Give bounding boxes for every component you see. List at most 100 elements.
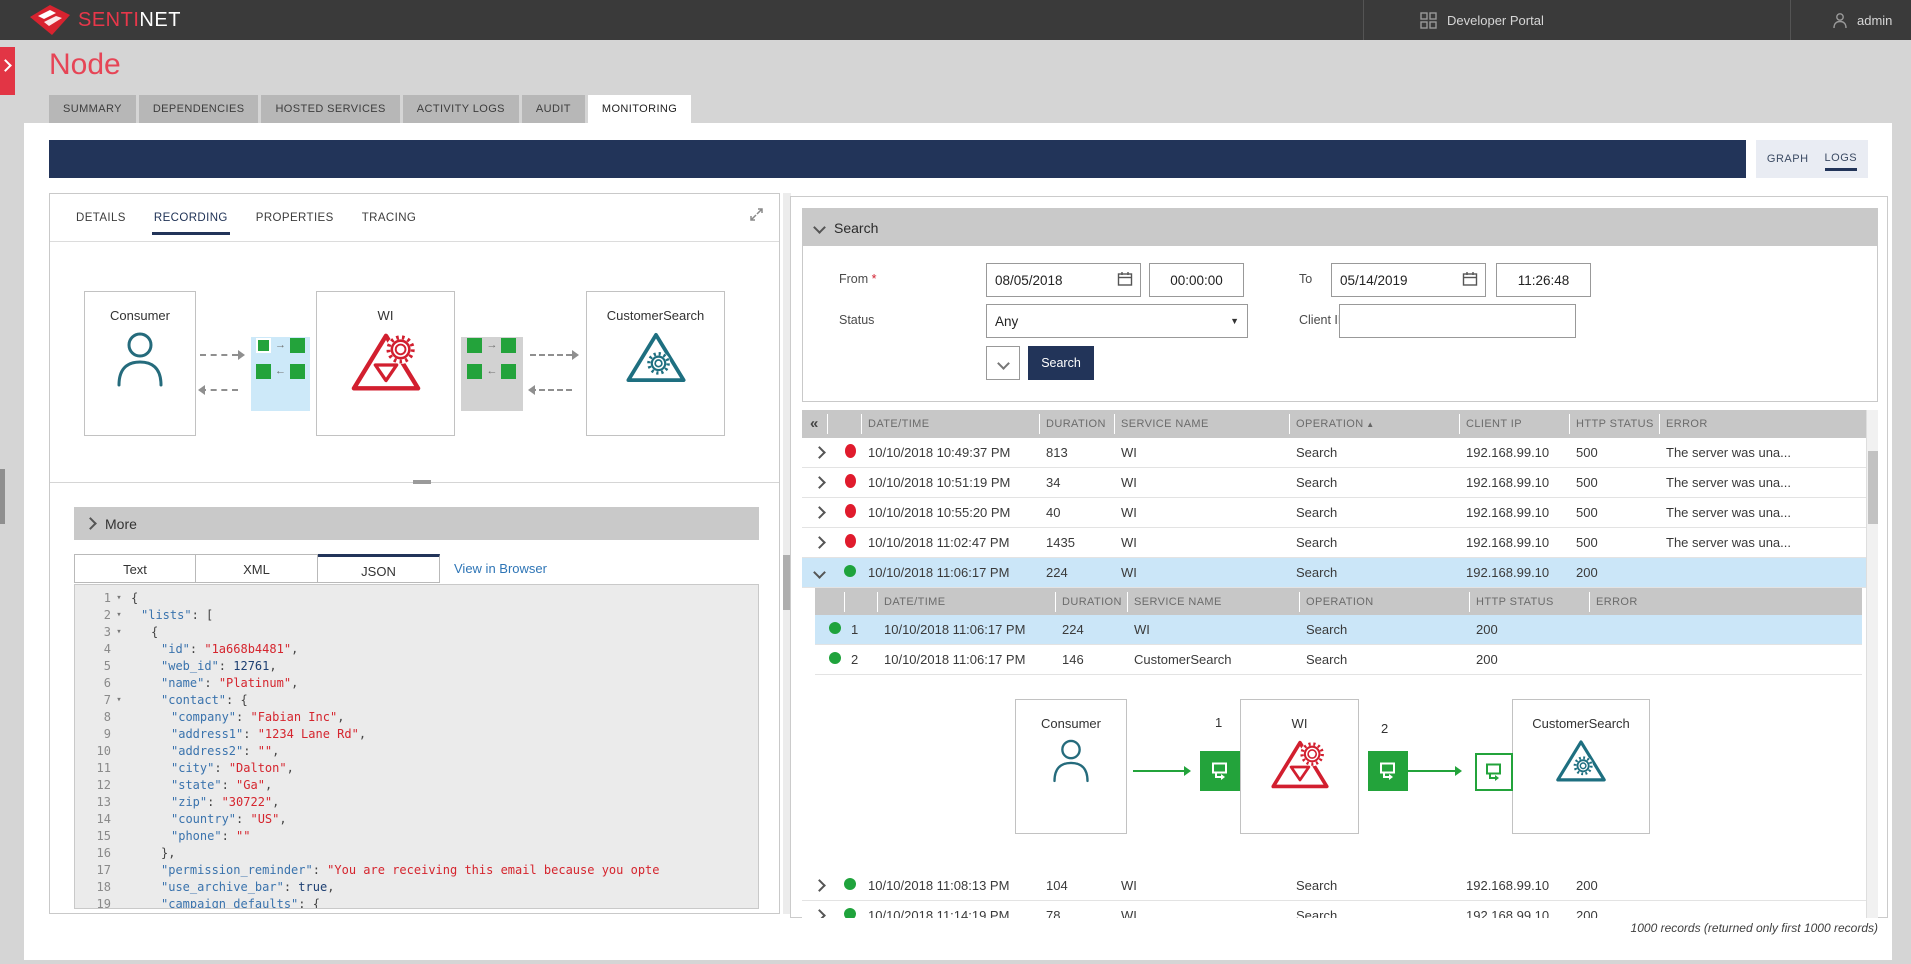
left-edge-splitter-handle[interactable] (0, 469, 5, 524)
ok-status-dot (844, 565, 856, 577)
step-box-1[interactable] (1200, 751, 1240, 791)
code-line: 11"city": "Dalton", (75, 760, 758, 777)
search-header[interactable]: Search (803, 209, 1877, 246)
cell-step-number: 1 (845, 622, 878, 637)
detail-tab-recording[interactable]: RECORDING (152, 206, 230, 235)
detail-tab-properties[interactable]: PROPERTIES (254, 206, 336, 235)
sub-column-blank (845, 592, 878, 612)
panel-divider-handle[interactable] (413, 480, 431, 484)
to-calendar-icon[interactable] (1462, 271, 1478, 292)
tab-summary[interactable]: SUMMARY (49, 95, 136, 123)
expand-row-icon[interactable] (802, 908, 828, 918)
expand-row-icon[interactable] (802, 535, 828, 550)
cell-datetime: 10/10/2018 11:06:17 PM (862, 565, 1040, 580)
format-tab-xml[interactable]: XML (196, 554, 318, 583)
tab-hosted-services[interactable]: HOSTED SERVICES (261, 95, 399, 123)
column-header-error[interactable]: ERROR (1660, 414, 1878, 434)
flow-node-consumer[interactable]: Consumer (1015, 699, 1127, 834)
column-header-client-ip[interactable]: CLIENT IP (1460, 414, 1570, 434)
column-header-operation[interactable]: OPERATION ▲ (1290, 414, 1460, 434)
table-scrollbar-thumb[interactable] (1868, 451, 1878, 524)
cell-operation: Search (1290, 908, 1460, 918)
column-header-service-name[interactable]: SERVICE NAME (1115, 414, 1290, 434)
table-scrollbar[interactable] (1866, 410, 1878, 918)
log-row[interactable]: 10/10/2018 11:02:47 PM1435WISearch192.16… (802, 528, 1878, 558)
code-line: 6"name": "Platinum", (75, 675, 758, 692)
cell-operation: Search (1300, 622, 1470, 637)
log-row[interactable]: 10/10/2018 10:51:19 PM34WISearch192.168.… (802, 468, 1878, 498)
sentinet-logo[interactable]: SENTINET (30, 5, 181, 35)
column-header-http-status[interactable]: HTTP STATUS (1570, 414, 1660, 434)
from-time-input[interactable] (1149, 263, 1244, 297)
expand-row-icon[interactable] (802, 505, 828, 520)
view-in-browser-link[interactable]: View in Browser (454, 554, 547, 584)
log-row[interactable]: 10/10/2018 11:08:13 PM104WISearch192.168… (802, 871, 1878, 901)
sub-log-row[interactable]: 210/10/2018 11:06:17 PM146CustomerSearch… (815, 645, 1862, 675)
diagram-node-customersearch[interactable]: CustomerSearch (586, 291, 725, 436)
line-number: 14 (75, 811, 111, 828)
code-line: 15"phone": "" (75, 828, 758, 845)
sub-log-row[interactable]: 110/10/2018 11:06:17 PM224WISearch200 (815, 615, 1862, 645)
flow-arrowhead (1184, 766, 1191, 776)
message-exchange[interactable]: →← (461, 337, 523, 411)
fold-marker[interactable]: ▾ (111, 692, 127, 709)
expand-row-icon[interactable] (802, 445, 828, 460)
fold-marker-empty (111, 743, 127, 760)
fold-marker[interactable]: ▾ (111, 607, 127, 624)
step-box-3[interactable] (1475, 753, 1513, 791)
tab-audit[interactable]: AUDIT (522, 95, 585, 123)
code-line: 3▾{ (75, 624, 758, 641)
admin-menu[interactable]: admin (1832, 0, 1892, 40)
log-row[interactable]: 10/10/2018 10:55:20 PM40WISearch192.168.… (802, 498, 1878, 528)
diagram-node-consumer[interactable]: Consumer (84, 291, 196, 436)
message-exchange-selected[interactable]: →← (251, 337, 310, 411)
search-button[interactable]: Search (1028, 346, 1094, 380)
expand-row-icon[interactable] (802, 475, 828, 490)
cell-duration: 813 (1040, 445, 1115, 460)
format-tab-text[interactable]: Text (74, 554, 196, 583)
code-line: 7▾"contact": { (75, 692, 758, 709)
flow-node-customersearch[interactable]: CustomerSearch (1512, 699, 1650, 834)
cell-http-status: 500 (1570, 535, 1660, 550)
status-label: Status (839, 313, 874, 327)
tab-dependencies[interactable]: DEPENDENCIES (139, 95, 259, 123)
expand-row-icon[interactable] (802, 878, 828, 893)
collapse-row-icon[interactable] (802, 565, 828, 580)
log-row[interactable]: 10/10/2018 11:14:19 PM78WISearch192.168.… (802, 901, 1878, 918)
toggle-logs[interactable]: LOGS (1825, 148, 1858, 171)
code-text: { (127, 590, 138, 607)
to-time-input[interactable] (1496, 263, 1591, 297)
cell-service: WI (1115, 535, 1290, 550)
flow-node-wi[interactable]: WI (1240, 699, 1359, 834)
status-select[interactable]: Any ▼ (986, 304, 1248, 338)
json-code-viewer[interactable]: 1▾{2▾"lists": [3▾{4"id": "1a668b4481",5"… (74, 584, 759, 909)
fold-marker[interactable]: ▾ (111, 590, 127, 607)
code-text: "state": "Ga", (127, 777, 272, 794)
expand-panel-icon[interactable] (748, 206, 765, 228)
column-header-date-time[interactable]: DATE/TIME (862, 414, 1040, 434)
cell-service: WI (1115, 475, 1290, 490)
detail-tab-details[interactable]: DETAILS (74, 206, 128, 235)
step-box-2[interactable] (1368, 751, 1408, 791)
diagram-node-wi[interactable]: WI (316, 291, 455, 436)
from-calendar-icon[interactable] (1117, 271, 1133, 292)
detail-tab-tracing[interactable]: TRACING (360, 206, 419, 235)
tab-monitoring[interactable]: MONITORING (588, 95, 691, 123)
developer-portal-button[interactable]: Developer Portal (1420, 0, 1544, 40)
log-row[interactable]: 10/10/2018 10:49:37 PM813WISearch192.168… (802, 438, 1878, 468)
sidebar-expand-tag[interactable] (0, 47, 15, 95)
cell-datetime: 10/10/2018 10:49:37 PM (862, 445, 1040, 460)
cell-datetime: 10/10/2018 10:55:20 PM (862, 505, 1040, 520)
exchange-arrow: ← (485, 364, 499, 379)
line-number: 3 (75, 624, 111, 641)
more-expander[interactable]: More (74, 507, 759, 540)
fold-marker[interactable]: ▾ (111, 624, 127, 641)
toggle-graph[interactable]: GRAPH (1767, 149, 1809, 169)
log-row[interactable]: 10/10/2018 11:06:17 PM224WISearch192.168… (802, 558, 1878, 588)
topbar-divider (1363, 0, 1364, 40)
column-header-duration[interactable]: DURATION (1040, 414, 1115, 434)
format-tab-json[interactable]: JSON (318, 554, 440, 583)
search-options-dropdown[interactable] (986, 346, 1020, 380)
tab-activity-logs[interactable]: ACTIVITY LOGS (403, 95, 519, 123)
client-ip-input[interactable] (1339, 304, 1576, 338)
